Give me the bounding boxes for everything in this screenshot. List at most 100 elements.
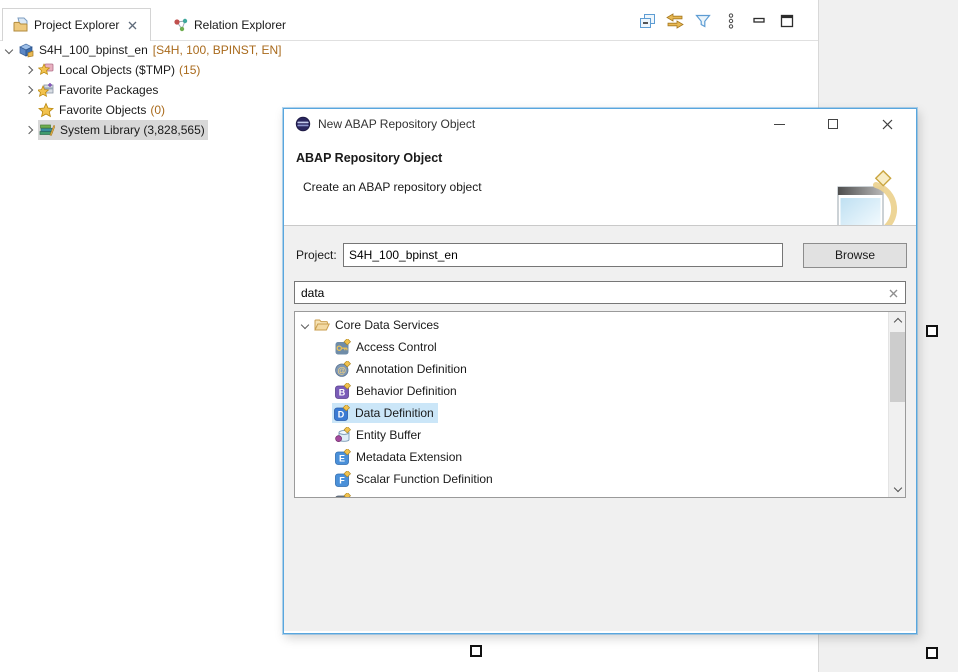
dialog-titlebar[interactable]: New ABAP Repository Object [284,109,916,139]
scroll-up-icon [893,317,901,325]
list-item-label: Access Control [356,340,437,354]
close-icon [882,119,893,130]
filter-icon [695,13,711,29]
list-item-label: Behavior Definition [356,384,457,398]
access-control-icon [335,339,351,355]
chevron-collapsed-icon[interactable] [25,126,33,134]
list-item-behavior-definition[interactable]: B Behavior Definition [295,381,457,401]
minimize-view-icon [751,13,767,29]
svg-text:B: B [339,388,346,398]
view-toolbar [638,12,796,30]
new-abap-repository-object-dialog: New ABAP Repository Object ABAP Reposito… [283,108,917,634]
filter-input[interactable] [295,282,881,303]
list-item-metadata-extension[interactable]: E Metadata Extension [295,447,462,467]
clear-filter-icon[interactable] [885,285,901,301]
view-menu-icon [727,13,735,29]
list-item-label: Metadata Extension [356,450,462,464]
behavior-definition-icon: B [335,383,351,399]
tree-item-label: Local Objects ($TMP) [59,63,175,77]
collapse-all-icon [639,13,656,30]
tab-label: Project Explorer [34,18,119,32]
scrollbar-thumb[interactable] [890,332,905,402]
tree-item-project-root[interactable]: S4H_100_bpinst_en [S4H, 100, BPINST, EN] [0,40,817,60]
object-type-list: Core Data Services Access Control [294,311,906,498]
dialog-heading: ABAP Repository Object [296,151,442,165]
tab-close-icon[interactable] [124,17,140,33]
list-item-scalar-function-definition[interactable]: F Scalar Function Definition [295,469,493,489]
selected-list-item: D Data Definition [332,403,438,423]
abap-project-icon [18,42,34,58]
dialog-content: Project: Browse C [284,226,916,631]
eclipse-workbench: Project Explorer Relation Explorer [0,0,958,672]
scroll-down-button[interactable] [889,481,906,497]
entity-buffer-icon [335,427,351,443]
selection-handle-bottom-right[interactable] [926,647,938,659]
browse-button[interactable]: Browse [803,243,907,268]
tab-project-explorer[interactable]: Project Explorer [2,8,151,41]
window-minimize-button[interactable] [762,109,796,139]
list-item-label: Entity Buffer [356,428,421,442]
dialog-title: New ABAP Repository Object [318,117,475,131]
system-library-icon [39,122,55,138]
list-item-label: Data Definition [355,406,434,420]
link-with-editor-button[interactable] [666,12,684,30]
tree-item-decoration: [S4H, 100, BPINST, EN] [153,43,282,57]
minimize-icon [774,124,785,125]
window-maximize-button[interactable] [816,109,850,139]
tab-relation-explorer[interactable]: Relation Explorer [163,8,296,41]
svg-text:@: @ [337,365,346,375]
favorite-objects-icon [38,102,54,118]
tree-item-label: Favorite Objects [59,103,146,117]
view-tabbar: Project Explorer Relation Explorer [0,0,818,41]
chevron-collapsed-icon[interactable] [25,66,33,74]
maximize-view-button[interactable] [778,12,796,30]
selection-handle-bottom[interactable] [470,645,482,657]
tree-item-count: (15) [179,63,200,77]
list-item-entity-buffer[interactable]: Entity Buffer [295,425,421,445]
chevron-collapsed-icon[interactable] [25,86,33,94]
list-item-label: Annotation Definition [356,362,467,376]
eclipse-logo-icon [295,116,311,132]
view-menu-button[interactable] [722,12,740,30]
list-item-annotation-definition[interactable]: @ Annotation Definition [295,359,467,379]
list-group-core-data-services[interactable]: Core Data Services [295,315,439,335]
favorite-packages-icon [38,82,54,98]
project-label: Project: [296,248,337,262]
dialog-description: Create an ABAP repository object [303,180,482,194]
tree-item-label: S4H_100_bpinst_en [39,43,148,57]
folder-icon [314,317,330,333]
window-close-button[interactable] [870,109,904,139]
scalar-function-definition-icon: F [335,471,351,487]
tree-item-favorite-packages[interactable]: Favorite Packages [0,80,817,100]
tab-label: Relation Explorer [194,18,286,32]
selection-handle-right[interactable] [926,325,938,337]
object-icon [335,493,351,498]
tree-item-label: Favorite Packages [59,83,158,97]
list-item-partial[interactable] [295,491,356,498]
collapse-all-button[interactable] [638,12,656,30]
list-scrollbar[interactable] [888,312,905,497]
minimize-view-button[interactable] [750,12,768,30]
svg-text:D: D [338,410,345,420]
link-with-editor-icon [666,13,684,29]
list-item-access-control[interactable]: Access Control [295,337,437,357]
scroll-down-icon [893,483,901,491]
project-input[interactable] [343,243,783,267]
tree-item-local-objects[interactable]: Local Objects ($TMP) (15) [0,60,817,80]
maximize-view-icon [779,13,795,29]
scroll-up-button[interactable] [889,312,906,328]
tree-item-count: (0) [150,103,165,117]
selected-tree-item: System Library (3,828,565) [38,120,208,140]
tree-item-label: System Library (3,828,565) [60,123,205,137]
chevron-expanded-icon[interactable] [301,321,309,329]
chevron-expanded-icon[interactable] [5,46,13,54]
local-objects-icon [38,62,54,78]
filter-button[interactable] [694,12,712,30]
relation-explorer-icon [173,17,189,33]
metadata-extension-icon: E [335,449,351,465]
list-item-data-definition[interactable]: D Data Definition [295,403,438,423]
data-definition-icon: D [334,405,350,421]
list-item-label: Scalar Function Definition [356,472,493,486]
svg-text:F: F [339,476,345,486]
list-group-label: Core Data Services [335,318,439,332]
